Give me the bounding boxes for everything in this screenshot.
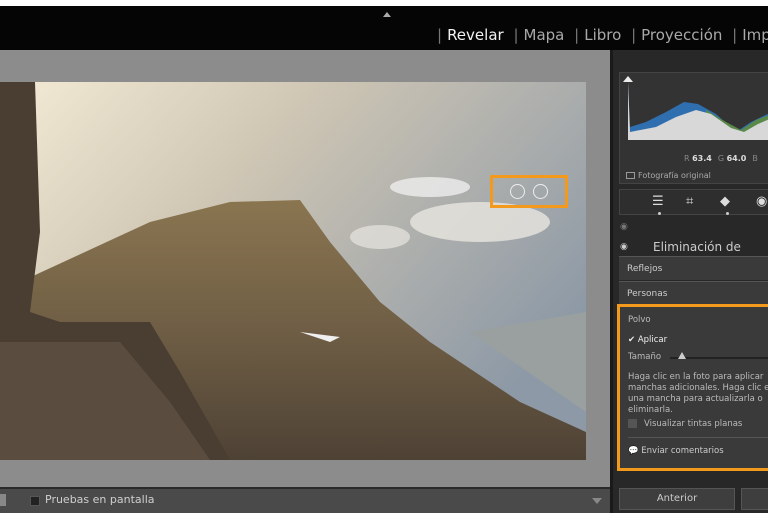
dust-title: Polvo (628, 315, 651, 325)
visualize-checkbox[interactable] (628, 419, 637, 428)
spot-marker[interactable] (510, 184, 525, 199)
photo-viewer[interactable] (0, 50, 610, 487)
module-revelar[interactable]: Revelar (447, 26, 504, 44)
module-picker: |Revelar |Mapa |Libro |Proyección |Impri… (434, 26, 768, 44)
eye-icon[interactable]: ◉ (620, 222, 628, 232)
tool-indicator (658, 212, 661, 215)
soft-proofing-label: Pruebas en pantalla (45, 493, 155, 506)
module-mapa[interactable]: Mapa (524, 26, 565, 44)
comment-icon: 💬 (628, 446, 639, 456)
section-personas[interactable]: Personas (619, 281, 768, 305)
size-label: Tamaño (628, 352, 662, 362)
toolbar-menu-icon[interactable] (592, 498, 602, 504)
panel-title: Eliminación de (653, 240, 741, 254)
divider (628, 437, 768, 438)
viewer-toolbar: Pruebas en pantalla (0, 487, 610, 513)
sliders-icon[interactable]: ☰ (652, 194, 664, 209)
module-imprimir[interactable]: Imprimir (742, 26, 768, 44)
collapse-top-panel-icon[interactable] (383, 12, 391, 17)
rgb-readout: R 63.4 G 64.0 B (684, 154, 758, 163)
help-text: Haga clic en la foto para aplicar mancha… (628, 372, 768, 415)
module-libro[interactable]: Libro (584, 26, 621, 44)
histogram: R 63.4 G 64.0 B Fotografía original (619, 72, 768, 184)
tool-indicator (726, 212, 729, 215)
right-panel: R 63.4 G 64.0 B Fotografía original ☰ ⌗ ◆ … (610, 50, 768, 513)
apply-checkbox[interactable]: ✔ Aplicar (628, 335, 667, 345)
view-mode-icon[interactable] (0, 494, 6, 506)
checkbox-icon[interactable] (626, 172, 635, 179)
crop-icon[interactable]: ⌗ (686, 194, 693, 209)
module-proyeccion[interactable]: Proyección (641, 26, 722, 44)
reset-button[interactable] (741, 488, 768, 510)
dust-spots-highlight (490, 175, 568, 208)
dust-section: Polvo ✔ Aplicar Tamaño Haga clic en la f… (617, 304, 768, 471)
section-reflejos[interactable]: Reflejos (619, 256, 768, 280)
visualize-label: Visualizar tintas planas (644, 419, 743, 429)
previous-button[interactable]: Anterior (619, 488, 735, 510)
spot-marker[interactable] (533, 184, 548, 199)
tool-strip: ☰ ⌗ ◆ ◉ (619, 189, 768, 215)
eye-icon[interactable]: ◉ (620, 242, 628, 252)
eraser-icon[interactable]: ◆ (720, 194, 730, 209)
photo[interactable] (0, 82, 586, 460)
size-slider-thumb[interactable] (678, 352, 686, 359)
module-bar: |Revelar |Mapa |Libro |Proyección |Impri… (0, 6, 768, 50)
feedback-link[interactable]: 💬 Enviar comentarios (628, 446, 724, 456)
soft-proofing-checkbox[interactable] (30, 496, 40, 506)
red-eye-icon[interactable]: ◉ (756, 194, 767, 209)
original-photo-toggle[interactable]: Fotografía original (626, 171, 711, 180)
